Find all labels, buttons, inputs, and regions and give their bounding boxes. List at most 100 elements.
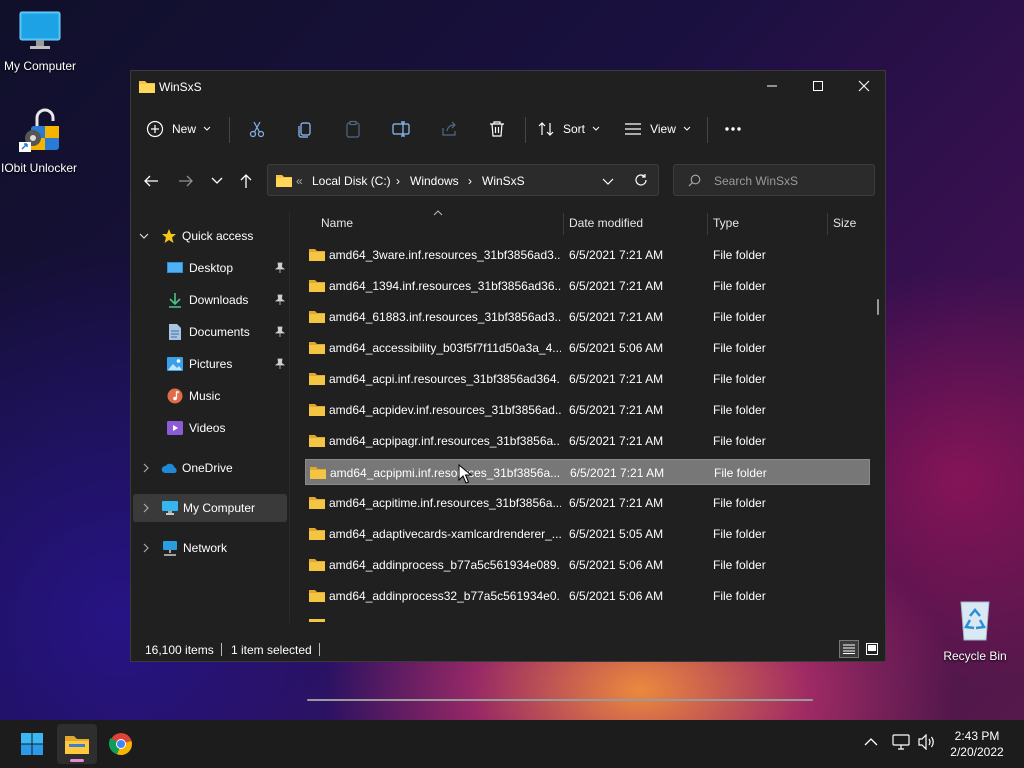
view-label: View [650,122,676,136]
column-header-date[interactable]: Date modified [569,211,707,235]
address-dropdown-button[interactable] [602,176,614,190]
nav-item-videos[interactable]: Videos [133,414,285,442]
nav-network[interactable]: Network [133,534,285,562]
file-type: File folder [713,558,766,572]
table-row[interactable]: amd64_3ware.inf.resources_31bf3856ad3...… [305,242,870,268]
column-header-type[interactable]: Type [713,211,825,235]
title-bar[interactable]: WinSxS [131,71,885,103]
sort-icon [538,122,554,136]
new-button[interactable]: New [143,109,215,149]
chevron-down-icon [211,177,223,184]
file-name: amd64_accessibility_b03f5f7f11d50a3a_4..… [329,341,561,355]
close-button[interactable] [841,71,887,101]
nav-item-desktop[interactable]: Desktop [133,254,286,282]
chevron-right-icon[interactable] [141,463,151,473]
speaker-icon [918,733,934,751]
pictures-icon [167,357,183,371]
column-separator[interactable] [563,213,564,235]
nav-item-music[interactable]: Music [133,382,285,410]
column-separator[interactable] [707,213,708,235]
start-button[interactable] [12,724,52,764]
folder-icon [309,402,325,419]
back-button[interactable] [137,169,165,193]
refresh-button[interactable] [634,173,648,190]
desktop-icon-my-computer[interactable]: My Computer [0,10,80,74]
file-explorer-window: WinSxS New Sort View « Local Disk (C:) ›… [130,70,886,701]
file-name: amd64_acpidev.inf.resources_31bf3856ad..… [329,403,561,417]
paste-button[interactable] [335,109,371,149]
address-bar[interactable]: « Local Disk (C:) › Windows › WinSxS [267,164,659,196]
breadcrumb-winsxs[interactable]: WinSxS [482,174,525,188]
search-input[interactable] [712,172,866,190]
arrow-left-icon [144,175,158,187]
vertical-scrollbar[interactable] [877,299,879,315]
delete-button[interactable] [479,109,515,149]
search-box[interactable] [673,164,875,196]
nav-item-downloads[interactable]: Downloads [133,286,286,314]
column-header-size[interactable]: Size [833,211,873,235]
desktop-icon-iobit-unlocker[interactable]: IObit Unlocker [0,108,78,176]
rename-button[interactable] [383,109,419,149]
up-button[interactable] [232,169,260,193]
monitor-icon [162,501,178,515]
table-row[interactable]: amd64_1394.inf.resources_31bf3856ad36...… [305,273,870,299]
table-row[interactable]: amd64_acpipmi.inf.resources_31bf3856a...… [305,459,870,485]
file-name: amd64_addinprocess32_b77a5c561934e0... [329,589,561,603]
nav-label: My Computer [183,501,256,515]
show-hidden-icons-button[interactable] [864,736,878,750]
table-row[interactable]: amd64_adaptivecards-xamlcardrenderer_...… [305,521,870,547]
chevron-right-icon[interactable] [141,543,151,553]
network-status-button[interactable] [892,734,910,753]
file-date: 6/5/2021 7:21 AM [569,310,664,324]
plus-circle-icon [146,120,164,138]
column-header-name[interactable]: Name [297,211,563,235]
clock[interactable]: 2:43 PM 2/20/2022 [944,728,1010,760]
large-icons-view-button[interactable] [863,640,881,658]
taskbar-file-explorer[interactable] [57,724,97,764]
table-row[interactable]: amd64_addinprocess32_b77a5c561934e0... 6/… [305,583,870,609]
table-row[interactable]: amd64_accessibility_b03f5f7f11d50a3a_4..… [305,335,870,361]
forward-button[interactable] [172,169,200,193]
pane-divider[interactable] [289,211,290,623]
refresh-icon [635,174,647,186]
share-icon [442,121,456,136]
view-button[interactable]: View [623,109,693,149]
chevron-down-icon [592,126,600,131]
table-row[interactable]: amd64_acpitime.inf.resources_31bf3856a..… [305,490,870,516]
breadcrumb-windows[interactable]: Windows [410,174,459,188]
horizontal-scrollbar[interactable] [307,699,813,701]
nav-onedrive[interactable]: OneDrive [133,454,285,482]
breadcrumb-overflow[interactable]: « [296,174,303,188]
file-date: 6/5/2021 5:06 AM [569,341,664,355]
share-button[interactable] [431,109,467,149]
cut-button[interactable] [239,109,275,149]
copy-button[interactable] [287,109,323,149]
nav-item-pictures[interactable]: Pictures [133,350,286,378]
more-options-button[interactable] [715,109,751,149]
maximize-button[interactable] [795,71,841,101]
file-date: 6/5/2021 5:05 AM [569,527,664,541]
status-bar: 16,100 items 1 item selected [131,637,885,661]
table-row[interactable]: amd64_addinprocess_b77a5c561934e089.... 6… [305,552,870,578]
address-row: « Local Disk (C:) › Windows › WinSxS [131,163,885,199]
recent-locations-button[interactable] [203,169,231,193]
table-row[interactable]: amd64_acpidev.inf.resources_31bf3856ad..… [305,397,870,423]
pin-icon [274,262,286,277]
status-divider [319,643,320,656]
volume-button[interactable] [918,733,936,753]
breadcrumb-local-disk[interactable]: Local Disk (C:) [312,174,391,188]
table-row[interactable]: amd64_acpipagr.inf.resources_31bf3856a..… [305,428,870,454]
desktop-icon-recycle-bin[interactable]: Recycle Bin [935,598,1015,664]
table-row[interactable]: amd64_61883.inf.resources_31bf3856ad3...… [305,304,870,330]
table-row[interactable]: amd64_acpi.inf.resources_31bf3856ad364..… [305,366,870,392]
details-view-button[interactable] [839,640,859,658]
minimize-button[interactable] [749,71,795,101]
nav-item-documents[interactable]: Documents [133,318,286,346]
chevron-down-icon[interactable] [139,231,149,241]
nav-quick-access[interactable]: Quick access [133,222,285,250]
chevron-right-icon[interactable] [141,503,151,513]
sort-button[interactable]: Sort [535,109,603,149]
column-separator[interactable] [827,213,828,235]
taskbar-chrome[interactable] [101,724,141,764]
nav-my-computer[interactable]: My Computer [133,494,287,522]
